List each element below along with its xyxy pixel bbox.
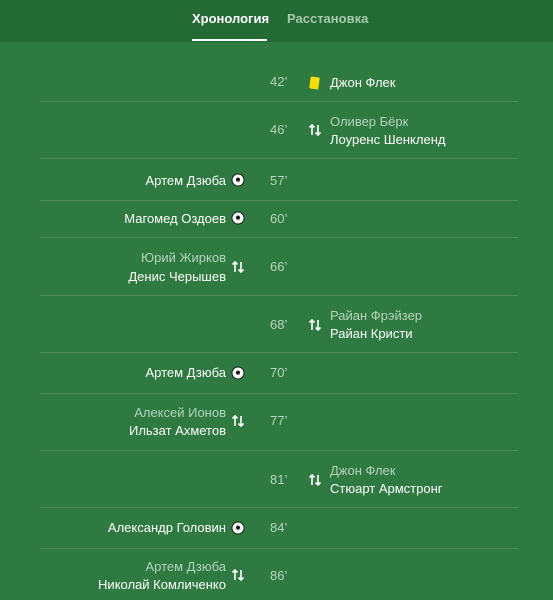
substitution-icon [308,473,322,487]
substitution-icon [231,568,245,582]
event-player: Джон Флек [330,75,396,90]
substitution-icon [308,123,322,137]
event-minute: 81’ [270,472,288,487]
timeline-event: 57’ Артем Дзюба [40,159,518,201]
player-out: Оливер Бёрк [330,114,409,129]
timeline-event: 84’ Александр Головин [40,508,518,549]
player-in: Лоуренс Шенкленд [330,132,446,147]
event-minute: 57’ [270,173,288,188]
timeline-event: 86’ Артем Дзюба Николай Комличенко [40,549,518,600]
timeline-event: 60’ Магомед Оздоев [40,201,518,238]
active-tab-indicator [192,39,267,41]
match-timeline: 42’ Джон Флек 46’ Оливер Бёрк Лоуренс Ше… [0,42,553,600]
event-minute: 86’ [270,568,288,583]
player-in: Николай Комличенко [98,577,226,592]
event-player: Артем Дзюба [145,173,226,188]
timeline-event: 70’ Артем Дзюба [40,353,518,394]
substitution-icon [308,318,322,332]
player-out: Алексей Ионов [134,405,226,420]
tab-lineup[interactable]: Расстановка [287,11,368,26]
football-icon [231,521,245,535]
football-icon [231,211,245,225]
event-minute: 68’ [270,317,288,332]
player-out: Джон Флек [330,463,396,478]
timeline-event: 77’ Алексей Ионов Ильзат Ахметов [40,394,518,451]
football-icon [231,366,245,380]
player-in: Стюарт Армстронг [330,481,443,496]
event-player: Артем Дзюба [145,365,226,380]
tab-bar: Хронология Расстановка [0,0,553,42]
player-in: Ильзат Ахметов [128,423,226,438]
timeline-event: 42’ Джон Флек [40,56,518,102]
player-out: Артем Дзюба [145,559,226,574]
event-player: Александр Головин [107,520,226,535]
yellow-card-icon [308,76,322,90]
substitution-icon [231,414,245,428]
substitution-icon [231,260,245,274]
event-player: Магомед Оздоев [124,211,226,226]
event-minute: 77’ [270,413,288,428]
event-minute: 66’ [270,259,288,274]
timeline-event: 68’ Райан Фрэйзер Райан Кристи [40,296,518,353]
timeline-event: 46’ Оливер Бёрк Лоуренс Шенкленд [40,102,518,159]
event-minute: 84’ [270,520,288,535]
player-in: Райан Кристи [330,326,413,341]
tab-chronology[interactable]: Хронология [192,11,269,26]
event-minute: 42’ [270,74,288,89]
event-minute: 70’ [270,365,288,380]
player-out: Райан Фрэйзер [330,308,423,323]
football-icon [231,173,245,187]
event-minute: 46’ [270,122,288,137]
player-in: Денис Черышев [128,269,226,284]
timeline-event: 66’ Юрий Жирков Денис Черышев [40,238,518,296]
event-minute: 60’ [270,211,288,226]
player-out: Юрий Жирков [141,250,226,265]
timeline-event: 81’ Джон Флек Стюарт Армстронг [40,451,518,508]
